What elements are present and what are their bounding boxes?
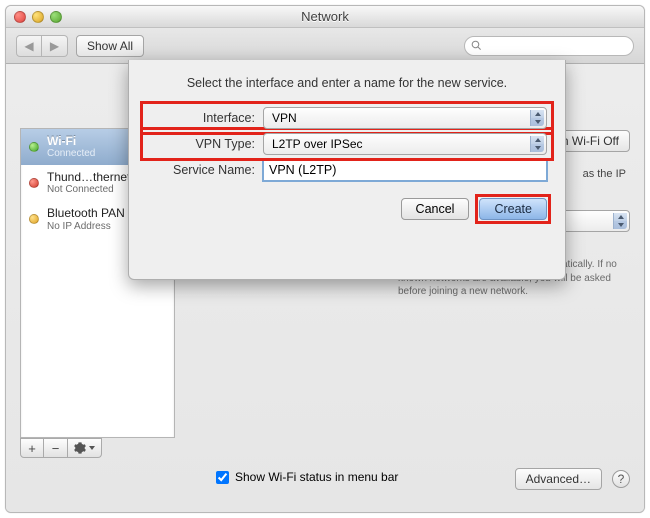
show-wifi-status-input[interactable] [216, 471, 229, 484]
show-wifi-status-label: Show Wi-Fi status in menu bar [235, 470, 398, 484]
new-service-sheet: Select the interface and enter a name fo… [128, 60, 566, 280]
show-wifi-status-checkbox[interactable]: Show Wi-Fi status in menu bar [216, 470, 398, 484]
status-dot-icon [29, 214, 39, 224]
create-highlight: Create [479, 198, 547, 220]
sidebar-item-status: Not Connected [47, 184, 130, 195]
vpn-type-row: VPN Type: L2TP over IPSec [143, 130, 551, 158]
service-actions-menu[interactable] [68, 438, 102, 458]
nav-segment: ◀ ▶ [16, 35, 68, 57]
close-window-button[interactable] [14, 11, 26, 23]
create-button[interactable]: Create [479, 198, 547, 220]
service-name-input[interactable] [263, 159, 547, 181]
interface-label: Interface: [147, 111, 263, 125]
minimize-window-button[interactable] [32, 11, 44, 23]
add-service-button[interactable]: + [20, 438, 44, 458]
window-title: Network [6, 9, 644, 24]
service-name-label: Service Name: [147, 163, 263, 177]
sidebar-item-label: Bluetooth PAN [47, 207, 125, 220]
forward-button[interactable]: ▶ [42, 35, 68, 57]
help-button[interactable]: ? [612, 470, 630, 488]
vpn-type-value: L2TP over IPSec [272, 137, 363, 151]
service-name-row: Service Name: [147, 156, 547, 184]
sidebar-item-label: Thund…thernet [47, 171, 130, 184]
sheet-prompt: Select the interface and enter a name fo… [147, 76, 547, 90]
window-controls [14, 11, 62, 23]
status-dot-icon [29, 178, 39, 188]
sidebar-buttons: + − [20, 438, 102, 458]
remove-service-button[interactable]: − [44, 438, 68, 458]
cancel-button[interactable]: Cancel [401, 198, 470, 220]
interface-select[interactable]: VPN [263, 107, 547, 129]
zoom-window-button[interactable] [50, 11, 62, 23]
sheet-actions: Cancel Create [147, 198, 547, 220]
sidebar-item-label: Wi-Fi [47, 135, 95, 148]
advanced-button[interactable]: Advanced… [515, 468, 602, 490]
sidebar-item-status: No IP Address [47, 221, 125, 232]
search-field[interactable] [464, 36, 634, 56]
sidebar-item-status: Connected [47, 148, 95, 159]
search-icon [471, 40, 482, 51]
vpn-type-select[interactable]: L2TP over IPSec [263, 133, 547, 155]
search-input[interactable] [486, 40, 627, 52]
back-button[interactable]: ◀ [16, 35, 42, 57]
gear-icon [74, 442, 86, 454]
vpn-type-label: VPN Type: [147, 137, 263, 151]
toolbar: ◀ ▶ Show All [6, 28, 644, 64]
show-all-button[interactable]: Show All [76, 35, 144, 57]
interface-row: Interface: VPN [143, 104, 551, 132]
interface-value: VPN [272, 111, 297, 125]
titlebar: Network [6, 6, 644, 28]
status-dot-icon [29, 142, 39, 152]
